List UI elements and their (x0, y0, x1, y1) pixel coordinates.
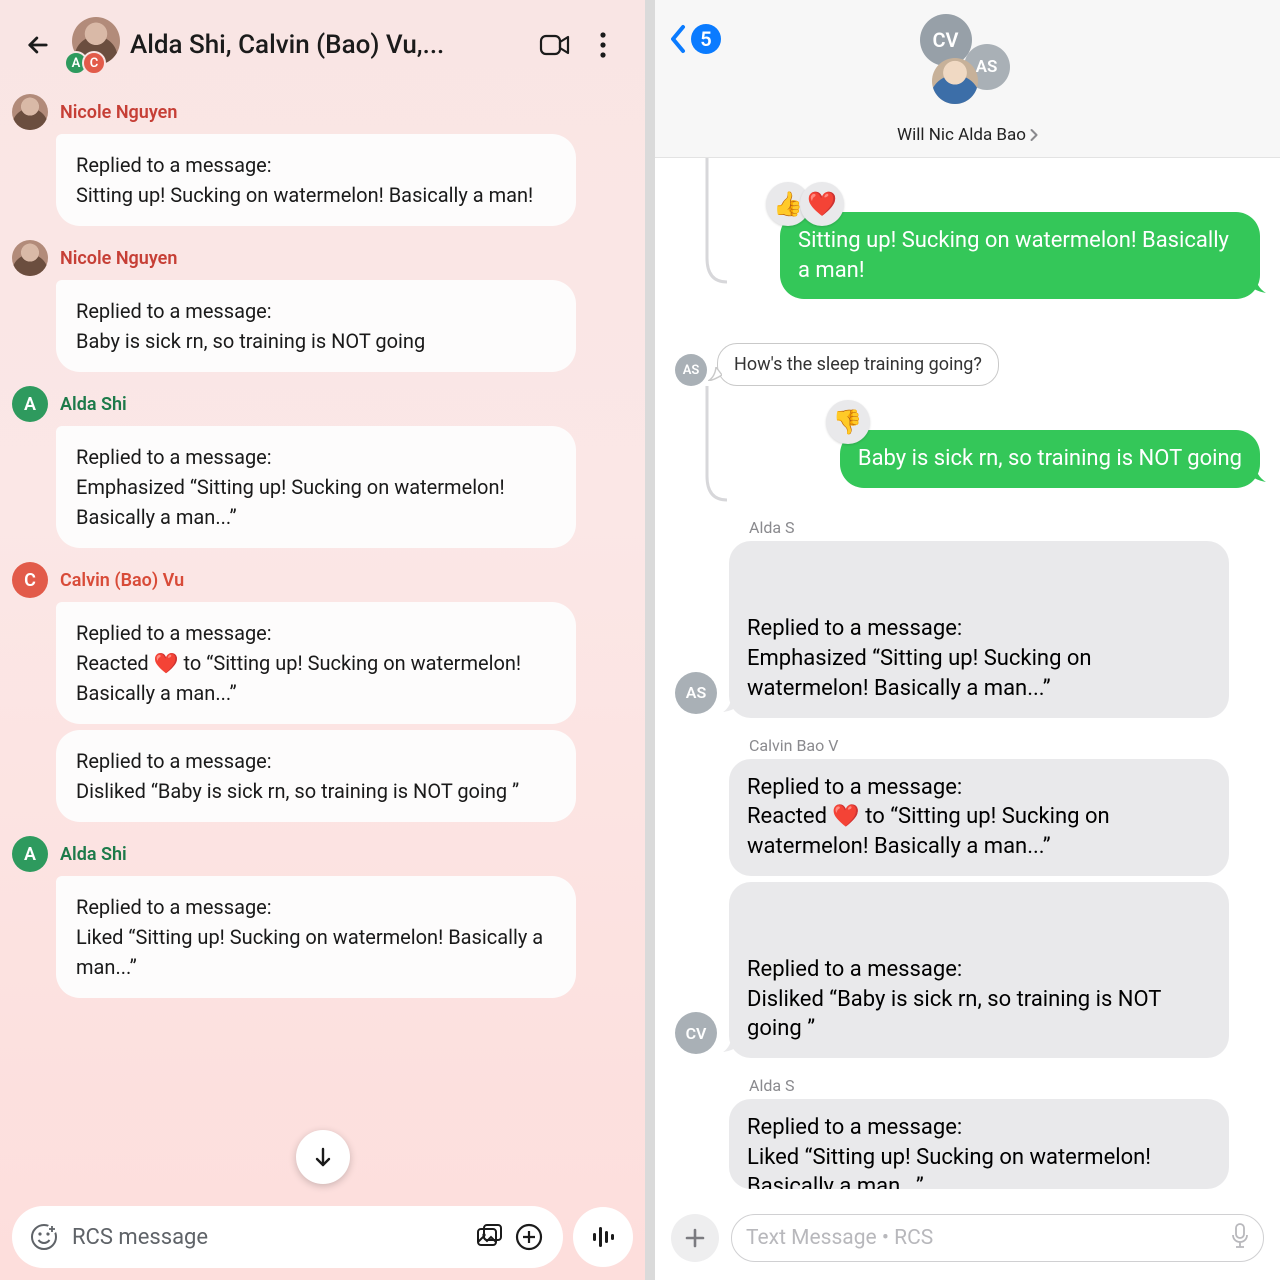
message-text: Replied to a message: Reacted ❤️ to “Sit… (747, 775, 1110, 859)
unread-badge: 5 (691, 24, 721, 54)
split-divider (645, 0, 655, 1280)
sender-avatar[interactable]: A (12, 386, 48, 422)
message-bubble[interactable]: Replied to a message: Sitting up! Suckin… (56, 134, 576, 226)
imessage-compose-row: Text Message • RCS (671, 1210, 1264, 1266)
message-text: Baby is sick rn, so training is NOT goin… (858, 446, 1242, 471)
emoji-icon (30, 1223, 58, 1251)
android-header: A C Alda Shi, Calvin (Bao) Vu,... (0, 0, 645, 90)
group-avatar-cluster[interactable]: A C (64, 17, 120, 73)
bubble-tail-icon (708, 367, 722, 381)
sender-avatar[interactable] (12, 94, 48, 130)
message-bubble[interactable]: Replied to a message: Emphasized “Sittin… (56, 426, 576, 548)
microphone-icon (1231, 1223, 1249, 1249)
chevron-right-icon (1030, 128, 1038, 142)
sender-avatar[interactable]: A (12, 836, 48, 872)
message-text: Replied to a message: Disliked “Baby is … (747, 957, 1161, 1041)
compose-placeholder: RCS message (62, 1225, 469, 1250)
chevron-left-icon (669, 24, 687, 54)
gallery-icon (475, 1223, 503, 1251)
received-message-bubble[interactable]: Replied to a message: Liked “Sitting up!… (729, 1099, 1229, 1189)
arrow-left-icon (24, 31, 52, 59)
android-messages-pane: A C Alda Shi, Calvin (Bao) Vu,... Nicole… (0, 0, 645, 1280)
imessage-header: 5 CV AS Will Nic Alda Bao (655, 0, 1280, 158)
message-bubble[interactable]: Replied to a message: Liked “Sitting up!… (56, 876, 576, 998)
video-icon (539, 33, 571, 57)
android-compose-row: RCS message (12, 1204, 633, 1270)
message-text: How's the sleep training going? (734, 354, 982, 375)
sender-name: Nicole Nguyen (60, 248, 177, 269)
sent-message-bubble[interactable]: 👍 ❤️ Sitting up! Sucking on watermelon! … (780, 212, 1260, 299)
sender-label: Alda S (749, 1076, 1260, 1095)
dictation-button[interactable] (1231, 1223, 1249, 1253)
sender-label: Calvin Bao V (749, 736, 1260, 755)
reaction-heart[interactable]: ❤️ (800, 182, 844, 226)
group-avatar-cluster[interactable]: CV AS (908, 14, 1028, 104)
gallery-button[interactable] (469, 1217, 509, 1257)
android-message-list[interactable]: Nicole Nguyen Replied to a message: Sitt… (0, 90, 645, 1196)
incoming-avatar[interactable]: AS (675, 672, 717, 714)
reaction-stack[interactable]: 👎 (826, 400, 870, 444)
received-message-bubble[interactable]: Replied to a message: Reacted ❤️ to “Sit… (729, 759, 1229, 876)
sender-name: Calvin (Bao) Vu (60, 570, 184, 591)
message-bubble[interactable]: Replied to a message: Reacted ❤️ to “Sit… (56, 602, 576, 724)
message-group: A Alda Shi Replied to a message: Liked “… (12, 836, 633, 998)
imessage-message-list[interactable]: 👍 ❤️ Sitting up! Sucking on watermelon! … (655, 158, 1280, 1196)
quoted-reply-bubble[interactable]: How's the sleep training going? (717, 343, 999, 386)
sender-name: Nicole Nguyen (60, 102, 177, 123)
more-options-button[interactable] (579, 21, 627, 69)
sent-message-bubble[interactable]: 👎 Baby is sick rn, so training is NOT go… (840, 430, 1260, 488)
sender-label: Alda S (749, 518, 1260, 537)
incoming-avatar[interactable]: CV (675, 1012, 717, 1054)
add-button[interactable] (509, 1217, 549, 1257)
back-button[interactable]: 5 (669, 24, 721, 54)
avatar-photo (932, 58, 978, 104)
compose-placeholder: Text Message • RCS (746, 1226, 1231, 1250)
sender-name: Alda Shi (60, 844, 127, 865)
incoming-avatar[interactable]: AS (675, 354, 707, 386)
compose-field[interactable]: Text Message • RCS (731, 1214, 1264, 1262)
reaction-stack[interactable]: 👍 ❤️ (766, 182, 844, 226)
avatar-badge-c: C (82, 51, 106, 75)
message-text: Replied to a message: Liked “Sitting up!… (747, 1115, 1151, 1189)
message-text: Replied to a message: Emphasized “Sittin… (747, 616, 1092, 700)
received-message-bubble[interactable]: Replied to a message: Emphasized “Sittin… (729, 541, 1229, 717)
bubble-tail-icon (1246, 273, 1266, 293)
message-group: C Calvin (Bao) Vu Replied to a message: … (12, 562, 633, 822)
plus-icon (684, 1227, 706, 1249)
group-name-button[interactable]: Will Nic Alda Bao (897, 125, 1038, 145)
bubble-tail-icon (723, 694, 741, 712)
group-name-label: Will Nic Alda Bao (897, 125, 1026, 145)
emoji-button[interactable] (26, 1219, 62, 1255)
message-group: A Alda Shi Replied to a message: Emphasi… (12, 386, 633, 548)
message-group: Nicole Nguyen Replied to a message: Baby… (12, 240, 633, 372)
compose-field[interactable]: RCS message (12, 1206, 563, 1268)
received-message-bubble[interactable]: Replied to a message: Disliked “Baby is … (729, 882, 1229, 1058)
message-text: Sitting up! Sucking on watermelon! Basic… (798, 228, 1229, 283)
conversation-title[interactable]: Alda Shi, Calvin (Bao) Vu,... (130, 30, 531, 60)
reaction-thumbsdown[interactable]: 👎 (826, 400, 870, 444)
bubble-tail-icon (723, 1034, 741, 1052)
imessage-pane: 5 CV AS Will Nic Alda Bao 👍 ❤️ (655, 0, 1280, 1280)
message-bubble[interactable]: Replied to a message: Disliked “Baby is … (56, 730, 576, 822)
video-call-button[interactable] (531, 21, 579, 69)
message-group: Nicole Nguyen Replied to a message: Sitt… (12, 94, 633, 226)
back-button[interactable] (18, 25, 58, 65)
sender-name: Alda Shi (60, 394, 127, 415)
sender-avatar[interactable]: C (12, 562, 48, 598)
scroll-to-bottom-button[interactable] (296, 1130, 350, 1184)
waveform-icon (591, 1223, 615, 1251)
plus-circle-icon (515, 1223, 543, 1251)
add-attachment-button[interactable] (671, 1214, 719, 1262)
bubble-tail-icon (1246, 462, 1266, 482)
arrow-down-icon (311, 1145, 335, 1169)
more-vert-icon (600, 32, 606, 58)
voice-message-button[interactable] (573, 1207, 633, 1267)
message-bubble[interactable]: Replied to a message: Baby is sick rn, s… (56, 280, 576, 372)
sender-avatar[interactable] (12, 240, 48, 276)
